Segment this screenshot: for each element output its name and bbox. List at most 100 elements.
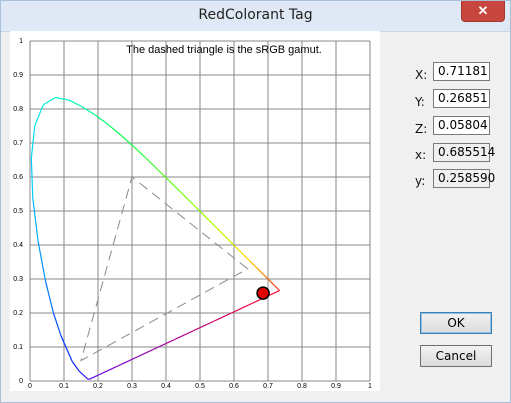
Y-label: Y: xyxy=(415,95,425,109)
colorant-point-marker xyxy=(256,286,270,300)
spectral-locus-segment xyxy=(132,145,146,158)
Y-value-field[interactable]: 0.26851 xyxy=(433,89,490,108)
window-title: RedColorant Tag xyxy=(198,7,313,23)
cancel-button[interactable]: Cancel xyxy=(420,345,492,367)
Z-label: Z: xyxy=(415,122,428,136)
spectral-locus-segment xyxy=(242,253,251,262)
chromaticity-diagram: 0 0.1 0.2 0.3 0.4 0.5 0.6 0.7 0.8 0.9 1 0 0.1 0.2 0.3 0… xyxy=(10,31,380,391)
spectral-locus-segment xyxy=(180,191,194,205)
purple-line-segment xyxy=(269,290,280,296)
x-tick-label: 1 xyxy=(368,383,372,390)
spectral-locus-segment xyxy=(44,280,54,313)
x-tick-label: 0.9 xyxy=(331,383,341,390)
purple-line-segment xyxy=(174,334,185,340)
x-tick-label: 0.4 xyxy=(161,383,171,390)
y-tick-label: 0.2 xyxy=(13,310,23,317)
spectral-locus-segment xyxy=(68,99,83,108)
chromaticity-plot-svg: 0 0.1 0.2 0.3 0.4 0.5 0.6 0.7 0.8 0.9 1 0 0.1 0.2 0.3 0… xyxy=(13,38,372,390)
x-tick-label: 0.7 xyxy=(263,383,273,390)
y-tick-label: 0.4 xyxy=(13,242,23,249)
y-tick-label: 0.5 xyxy=(13,208,23,215)
spectral-locus-segment xyxy=(144,156,158,170)
spectral-locus-segment xyxy=(192,203,205,216)
purple-line-segment xyxy=(98,369,109,376)
y-tick-label: 0.8 xyxy=(13,106,23,113)
purple-line-segment xyxy=(203,321,214,327)
srgb-gamut-triangle xyxy=(80,176,249,362)
dialog-window: RedColorant Tag ✕ 0 0.1 0.2 0.3 0.4 0.5 0.6 0.7… xyxy=(0,0,511,403)
spectral-locus-segment xyxy=(156,168,170,181)
close-button[interactable]: ✕ xyxy=(461,1,505,22)
purple-line-segment xyxy=(165,338,176,345)
x-tick-label: 0 xyxy=(28,383,32,390)
y-chromaticity-label: y: xyxy=(415,174,426,188)
purple-line-segment xyxy=(107,365,119,371)
spectral-locus-segment xyxy=(203,215,216,227)
spectral-locus-segment xyxy=(168,180,182,193)
purple-line-segment xyxy=(136,352,147,358)
spectral-locus-segment xyxy=(260,271,266,277)
spectral-locus-segment xyxy=(214,226,226,238)
spectral-locus-segment xyxy=(30,125,36,159)
spectral-locus-segment xyxy=(272,283,275,286)
purple-line-segment xyxy=(88,374,99,380)
purple-line-segment xyxy=(241,303,252,309)
y-tick-label: 0.9 xyxy=(13,72,23,79)
purple-line-segment xyxy=(231,307,242,314)
purple-line-segment xyxy=(212,316,223,323)
spectral-locus-segment xyxy=(85,376,88,380)
purple-line-segment xyxy=(193,325,204,332)
spectral-locus-segment xyxy=(60,335,73,362)
spectral-locus-segment xyxy=(255,267,262,273)
y-tick-label: 0 xyxy=(19,378,23,385)
spectral-locus-segment xyxy=(37,240,47,281)
spectral-locus-segment xyxy=(270,281,274,285)
x-tick-label: 0.3 xyxy=(127,383,137,390)
X-value-field[interactable]: 0.71181 xyxy=(433,62,490,81)
purple-line-segment xyxy=(146,347,157,354)
purple-line-segment xyxy=(184,329,195,336)
purple-line-segment xyxy=(155,343,166,349)
y-tick-label: 0.3 xyxy=(13,276,23,283)
spectral-locus-segment xyxy=(234,245,244,255)
spectral-locus-segment xyxy=(119,134,133,147)
y-tick-label: 1 xyxy=(19,38,23,45)
spectral-locus-segment xyxy=(95,114,109,126)
spectral-locus-segment xyxy=(52,312,62,337)
spectral-locus-segment xyxy=(71,361,80,372)
spectral-locus-segment xyxy=(275,286,278,289)
x-chromaticity-field[interactable]: 0.685514 xyxy=(433,143,495,162)
spectral-locus-segment xyxy=(82,106,96,116)
purple-line-segment xyxy=(117,361,128,367)
y-tick-label: 0.6 xyxy=(13,174,23,181)
spectral-locus-segment xyxy=(276,287,279,290)
plot-caption: The dashed triangle is the sRGB gamut. xyxy=(126,44,322,56)
spectral-locus-segment xyxy=(274,285,277,288)
spectral-locus-segment xyxy=(55,96,69,101)
X-label: X: xyxy=(415,68,428,82)
y-chromaticity-field[interactable]: 0.258590 xyxy=(433,169,495,188)
x-tick-label: 0.6 xyxy=(229,383,239,390)
spectral-locus-segment xyxy=(82,374,87,378)
spectral-locus-segment xyxy=(32,197,39,241)
spectral-locus-segment xyxy=(78,370,84,376)
spectral-locus-segment xyxy=(267,278,272,283)
ok-button[interactable]: OK xyxy=(420,312,492,334)
x-tick-label: 0.8 xyxy=(297,383,307,390)
x-tick-label: 0.5 xyxy=(195,383,205,390)
Z-value-field[interactable]: 0.05804 xyxy=(433,116,490,135)
y-tick-label: 0.1 xyxy=(13,344,23,351)
y-tick-label: 0.7 xyxy=(13,140,23,147)
spectral-locus-segment xyxy=(30,158,34,198)
purple-line-segment xyxy=(250,298,261,305)
x-chromaticity-label: x: xyxy=(415,148,427,162)
title-bar: RedColorant Tag ✕ xyxy=(1,1,510,32)
x-tick-label: 0.1 xyxy=(59,383,69,390)
spectral-locus-segment xyxy=(249,261,257,268)
spectral-locus-segment xyxy=(107,124,121,136)
spectral-locus-segment xyxy=(42,96,56,106)
x-tick-label: 0.2 xyxy=(93,383,103,390)
spectral-locus-segment xyxy=(277,288,279,290)
spectral-locus-segment xyxy=(87,378,89,380)
spectral-locus-segment xyxy=(34,104,44,127)
